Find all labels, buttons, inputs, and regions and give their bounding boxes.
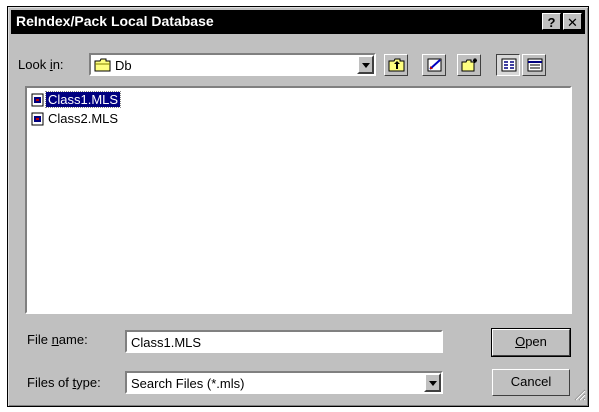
help-button[interactable]: ? bbox=[542, 13, 561, 30]
title-bar[interactable]: ReIndex/Pack Local Database ? ✕ bbox=[11, 10, 585, 34]
folder-icon bbox=[94, 58, 112, 75]
up-one-level-button[interactable] bbox=[384, 54, 408, 76]
mls-file-icon bbox=[31, 93, 44, 110]
file-name-value: Class1.MLS bbox=[131, 335, 202, 350]
open-button[interactable]: Open bbox=[491, 328, 571, 357]
files-of-type-value: Search Files (*.mls) bbox=[131, 376, 245, 391]
reindex-dialog: ReIndex/Pack Local Database ? ✕ Look in:… bbox=[7, 6, 589, 407]
look-in-combo[interactable]: Db bbox=[89, 53, 376, 76]
mls-file-icon bbox=[31, 112, 44, 129]
file-name: Class2.MLS bbox=[48, 111, 119, 126]
files-of-type-dropdown-button[interactable] bbox=[424, 373, 441, 392]
file-name: Class1.MLS bbox=[44, 91, 122, 108]
files-of-type-label: Files of type: bbox=[27, 375, 101, 390]
details-view-button[interactable] bbox=[522, 54, 546, 76]
files-of-type-combo[interactable]: Search Files (*.mls) bbox=[125, 371, 443, 394]
window-title: ReIndex/Pack Local Database bbox=[16, 13, 214, 29]
close-button[interactable]: ✕ bbox=[563, 13, 582, 30]
file-name-input[interactable]: Class1.MLS bbox=[125, 330, 443, 353]
look-in-value: Db bbox=[115, 58, 132, 73]
file-name-label: File name: bbox=[27, 332, 88, 347]
resize-grip-icon[interactable] bbox=[574, 389, 586, 404]
cancel-button[interactable]: Cancel bbox=[492, 369, 570, 396]
list-view-button[interactable] bbox=[496, 54, 520, 76]
new-folder-button[interactable] bbox=[457, 54, 481, 76]
file-list[interactable]: Class1.MLS Class2.MLS bbox=[25, 86, 572, 314]
look-in-dropdown-button[interactable] bbox=[357, 55, 374, 74]
desktop-button[interactable] bbox=[422, 54, 446, 76]
look-in-label: Look in: bbox=[18, 57, 64, 72]
